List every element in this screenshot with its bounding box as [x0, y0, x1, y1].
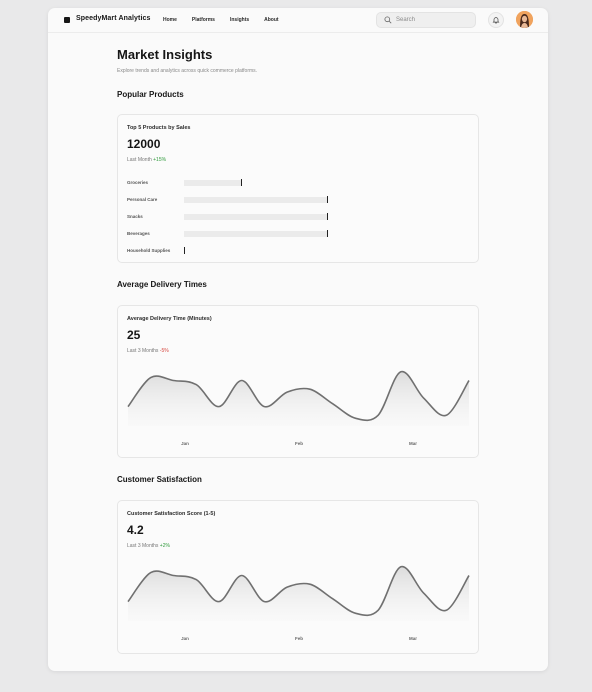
search-placeholder: Search — [396, 17, 416, 23]
bar-end-marker — [241, 178, 243, 186]
x-axis-tick-label: Jan — [181, 441, 189, 446]
page-title: Market Insights — [117, 47, 213, 62]
bar-end-marker — [327, 229, 328, 237]
x-axis-tick-label: Feb — [295, 441, 303, 446]
bar-label: Household Supplies — [127, 248, 171, 253]
satisfaction-line-chart: Jan Feb Mar — [127, 565, 470, 641]
change-badge: +2% — [159, 543, 170, 549]
card-label: Average Delivery Time (Minutes) — [127, 316, 212, 322]
bar-end-marker — [184, 246, 185, 254]
brand-name[interactable]: SpeedyMart Analytics — [76, 15, 151, 22]
bar — [184, 231, 327, 237]
card-change: Last 3 Months +2% — [127, 543, 170, 549]
section-title-popular-products: Popular Products — [117, 90, 184, 99]
card-change: Last 3 Months -5% — [127, 348, 169, 354]
user-avatar[interactable] — [516, 11, 533, 28]
delivery-time-card: Average Delivery Time (Minutes) 25 Last … — [117, 305, 479, 458]
card-period: Last Month — [127, 157, 152, 163]
bar-row: Personal Care — [127, 195, 467, 204]
bar — [184, 180, 242, 186]
popular-products-card: Top 5 Products by Sales 12000 Last Month… — [117, 114, 479, 263]
chart-area-fill — [128, 371, 469, 426]
x-axis-tick-label: Jan — [181, 636, 189, 641]
x-axis-tick-label: Mar — [409, 441, 417, 446]
top-navigation-bar: SpeedyMart Analytics Home Platforms Insi… — [48, 8, 548, 33]
bell-icon — [492, 17, 500, 24]
card-value: 4.2 — [127, 523, 144, 537]
card-change: Last Month +15% — [127, 157, 166, 163]
search-icon — [384, 16, 392, 24]
chart-area-fill — [128, 566, 469, 621]
section-title-delivery-times: Average Delivery Times — [117, 280, 207, 289]
bar-row: Beverages — [127, 229, 467, 238]
card-period: Last 3 Months — [127, 348, 159, 354]
card-label: Top 5 Products by Sales — [127, 125, 191, 131]
bar-label: Groceries — [127, 180, 149, 185]
bar-row: Snacks — [127, 212, 467, 221]
delivery-line-chart: Jan Feb Mar — [127, 370, 470, 446]
card-period: Last 3 Months — [127, 543, 159, 549]
x-axis-tick-label: Feb — [295, 636, 303, 641]
bar-end-marker — [327, 195, 328, 203]
avatar-image — [516, 11, 533, 28]
bar-row: Groceries — [127, 178, 467, 187]
x-axis-tick-label: Mar — [409, 636, 417, 641]
search-input[interactable]: Search — [376, 12, 476, 28]
app-window: SpeedyMart Analytics Home Platforms Insi… — [48, 8, 548, 671]
change-badge: -5% — [159, 348, 169, 354]
bar-end-marker — [327, 212, 328, 220]
bar-label: Snacks — [127, 214, 143, 219]
bar — [184, 197, 327, 203]
nav-home[interactable]: Home — [163, 17, 177, 23]
bar-row: Household Supplies — [127, 246, 467, 255]
bar-label: Beverages — [127, 231, 150, 236]
nav-insights[interactable]: Insights — [230, 17, 249, 23]
logo-icon — [64, 17, 70, 23]
section-title-customer-satisfaction: Customer Satisfaction — [117, 475, 202, 484]
page-subtitle: Explore trends and analytics across quic… — [117, 68, 258, 74]
bar — [184, 214, 327, 220]
bar-label: Personal Care — [127, 197, 158, 202]
notifications-button[interactable] — [488, 12, 504, 28]
nav-about[interactable]: About — [264, 17, 278, 23]
satisfaction-card: Customer Satisfaction Score (1-5) 4.2 La… — [117, 500, 479, 654]
nav-platforms[interactable]: Platforms — [192, 17, 215, 23]
main-nav: Home Platforms Insights About — [163, 17, 294, 23]
card-value: 12000 — [127, 137, 161, 151]
change-badge: +15% — [153, 157, 167, 163]
card-value: 25 — [127, 328, 141, 342]
card-label: Customer Satisfaction Score (1-5) — [127, 511, 216, 517]
